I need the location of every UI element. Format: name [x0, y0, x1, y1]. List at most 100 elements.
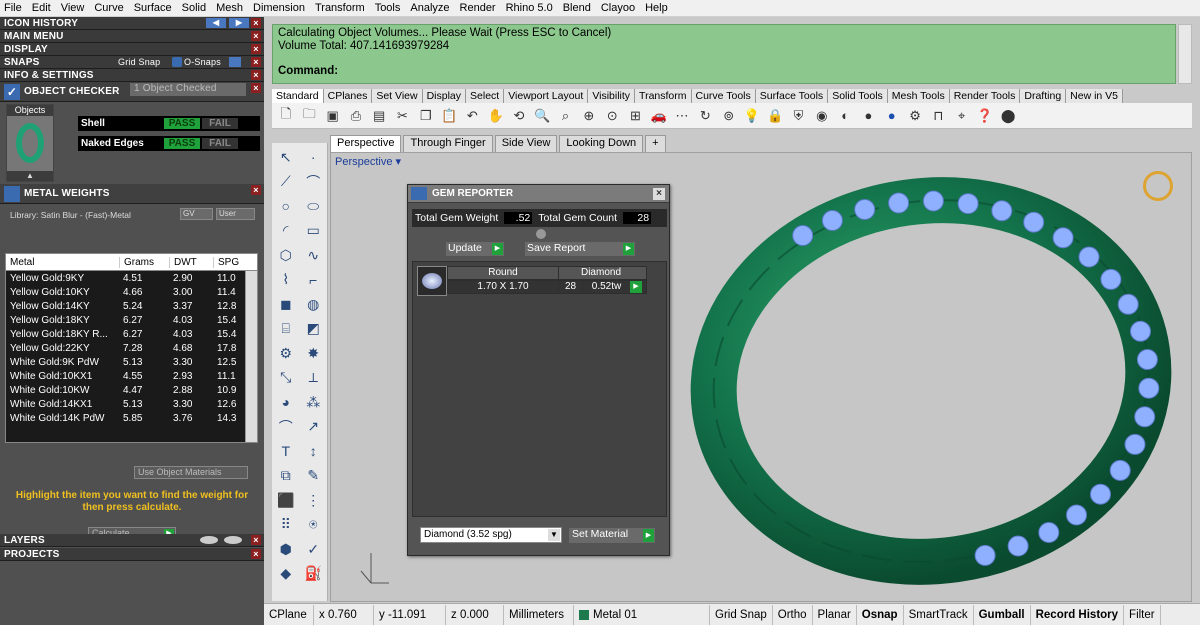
set-material-button[interactable]: Set Material ▶ [569, 528, 655, 543]
gv-toggle[interactable]: GV [180, 208, 213, 220]
menu-surface[interactable]: Surface [134, 2, 172, 14]
point-icon[interactable]: ⊚ [719, 106, 739, 126]
render-icon[interactable]: ⬢ [272, 537, 300, 562]
copy-icon[interactable]: ❐ [416, 106, 436, 126]
tab-curve-tools[interactable]: Curve Tools [691, 89, 756, 103]
layers-header[interactable]: LAYERS × [0, 534, 264, 547]
menu-tools[interactable]: Tools [375, 2, 401, 14]
command-scrollbar[interactable] [1178, 24, 1192, 84]
osnaps-button[interactable] [229, 57, 241, 67]
snaps-header[interactable]: SNAPS Grid Snap O-Snaps × [0, 56, 264, 69]
update-button[interactable]: Update ▶ [446, 242, 504, 256]
zoom-window-icon[interactable]: ⌕ [556, 106, 576, 126]
import-icon[interactable]: ▤ [369, 106, 389, 126]
gear-cog-icon[interactable]: ⚙ [272, 341, 300, 366]
freeform-icon[interactable]: ∿ [300, 243, 328, 268]
ring-gizmo-icon[interactable] [1143, 171, 1173, 201]
save-report-button[interactable]: Save Report ▶ [525, 242, 635, 256]
osnap-toggle[interactable]: Osnap [857, 604, 904, 625]
ellipse-icon[interactable]: ⬭ [300, 194, 328, 219]
menu-edit[interactable]: Edit [32, 2, 51, 14]
sphere-icon[interactable]: ◍ [300, 292, 328, 317]
menu-blend[interactable]: Blend [563, 2, 591, 14]
sphere-wire-icon[interactable]: ◐ [835, 106, 855, 126]
paste-icon[interactable]: 📋 [439, 106, 459, 126]
table-row[interactable]: White Gold:14KX1 5.13 3.30 12.6 [6, 397, 257, 411]
circle-icon[interactable]: ○ [272, 194, 300, 219]
menu-render[interactable]: Render [460, 2, 496, 14]
table-row[interactable]: White Gold:9K PdW 5.13 3.30 12.5 [6, 355, 257, 369]
close-icon[interactable]: × [251, 185, 261, 195]
trim-icon[interactable]: ⟂ [300, 366, 328, 391]
table-row[interactable]: Yellow Gold:14KY 5.24 3.37 12.8 [6, 299, 257, 313]
explode-icon[interactable]: ✸ [300, 341, 328, 366]
select-arrow-icon[interactable]: ↖ [272, 145, 300, 170]
projects-header[interactable]: PROJECTS × [0, 548, 264, 561]
cylinder-icon[interactable]: ⌸ [272, 317, 300, 342]
group-icon[interactable]: ⧉ [272, 464, 300, 489]
table-row[interactable]: White Gold:10KX1 4.55 2.93 11.1 [6, 369, 257, 383]
display-header[interactable]: DISPLAY × [0, 43, 264, 56]
splitter-handle[interactable] [536, 229, 546, 239]
zoom-icon[interactable]: 🔍 [532, 106, 552, 126]
light-bulb-icon[interactable]: 💡 [742, 106, 762, 126]
table-row[interactable]: Yellow Gold:18KY R... 6.27 4.03 15.4 [6, 327, 257, 341]
table-row[interactable]: Yellow Gold:18KY 6.27 4.03 15.4 [6, 313, 257, 327]
tab-standard[interactable]: Standard [272, 89, 324, 103]
filter-toggle[interactable]: Filter [1124, 604, 1161, 625]
tab-transform[interactable]: Transform [635, 89, 692, 103]
tab-mesh-tools[interactable]: Mesh Tools [887, 89, 950, 103]
object-checker-header[interactable]: ✓ OBJECT CHECKER 1 Object Checked × [0, 82, 264, 102]
main-menu-header[interactable]: MAIN MENU × [0, 30, 264, 43]
close-icon[interactable]: × [251, 18, 261, 28]
history-icon[interactable]: ⍟ [300, 513, 328, 538]
user-toggle[interactable]: User [216, 208, 255, 220]
arrow-right-icon[interactable]: ▶ [229, 18, 249, 28]
icon-history-header[interactable]: ICON HISTORY ◀ ▶ × [0, 17, 264, 30]
close-icon[interactable]: × [251, 83, 261, 93]
tab-visibility[interactable]: Visibility [588, 89, 636, 103]
sphere-render-icon[interactable]: ● [882, 106, 902, 126]
point-icon[interactable]: · [300, 145, 328, 170]
gem-list-item[interactable]: Round Diamond 1.70 X 1.70 28 0.52tw ▶ [417, 266, 647, 296]
check-icon[interactable]: ✓ [300, 537, 328, 562]
menu-help[interactable]: Help [645, 2, 668, 14]
curve-tools-icon[interactable]: ⌇ [272, 268, 300, 293]
points-icon[interactable]: ⁂ [300, 390, 328, 415]
surface-icon[interactable]: ◩ [300, 317, 328, 342]
menu-curve[interactable]: Curve [94, 2, 123, 14]
table-scrollbar[interactable] [245, 271, 257, 442]
add-viewport-icon[interactable]: + [645, 135, 666, 152]
gumball-toggle[interactable]: Gumball [974, 604, 1031, 625]
paint-bucket-icon[interactable]: ⛽ [300, 562, 328, 587]
pan-hand-icon[interactable]: ✋ [486, 106, 506, 126]
objects-box[interactable]: Objects ▲ [6, 104, 54, 182]
transform-icon[interactable]: ⤡ [272, 366, 300, 391]
table-row[interactable]: Yellow Gold:10KY 4.66 3.00 11.4 [6, 285, 257, 299]
close-icon[interactable]: × [251, 70, 261, 80]
play-icon[interactable]: ▶ [630, 281, 642, 293]
rectangle-icon[interactable]: ▭ [300, 219, 328, 244]
four-viewports-icon[interactable]: ⊞ [625, 106, 645, 126]
col-metal[interactable]: Metal [6, 257, 119, 268]
zoom-extents-icon[interactable]: ⊕ [579, 106, 599, 126]
car-icon[interactable]: 🚗 [649, 106, 669, 126]
menu-analyze[interactable]: Analyze [410, 2, 449, 14]
chevron-down-icon[interactable]: ▼ [548, 529, 560, 541]
tab-perspective[interactable]: Perspective [330, 135, 402, 152]
menu-rhino[interactable]: Rhino 5.0 [506, 2, 553, 14]
grid-snap-icon[interactable]: ⋮ [300, 488, 328, 513]
curve-arc-icon[interactable]: ⌒ [272, 415, 300, 440]
gem-reporter-title-bar[interactable]: GEM REPORTER × [408, 185, 669, 203]
table-row[interactable]: Yellow Gold:22KY 7.28 4.68 17.8 [6, 341, 257, 355]
array-icon[interactable]: ⠿ [272, 513, 300, 538]
tab-surface-tools[interactable]: Surface Tools [755, 89, 829, 103]
gear-icon[interactable]: ⚙ [905, 106, 925, 126]
command-prompt[interactable]: Command: [278, 65, 1170, 78]
close-icon[interactable]: × [251, 44, 261, 54]
fillet-icon[interactable]: ⌐ [300, 268, 328, 293]
edit-icon[interactable]: ✎ [300, 464, 328, 489]
close-icon[interactable]: × [251, 535, 261, 545]
grid-snap-toggle[interactable]: Grid Snap [118, 57, 160, 67]
blend-icon[interactable]: ↗ [300, 415, 328, 440]
